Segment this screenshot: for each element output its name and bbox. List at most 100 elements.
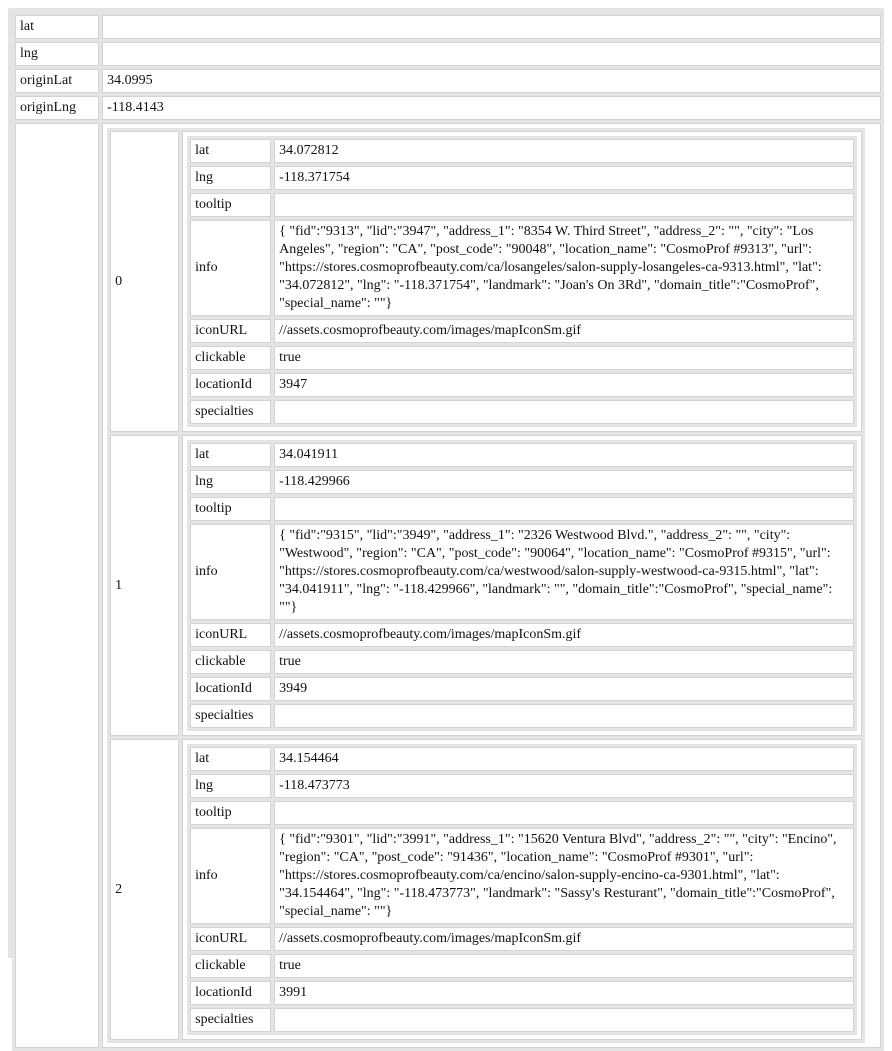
item-row: 0 lat34.072812lng-118.371754tooltip​info… bbox=[110, 131, 863, 432]
item-record-cell: lat34.041911lng-118.429966tooltip​info{ … bbox=[182, 435, 863, 736]
field-value-iconurl: //assets.cosmoprofbeauty.com/images/mapI… bbox=[274, 927, 855, 951]
field-row-info: info{ "fid":"9315", "lid":"3949", "addre… bbox=[190, 524, 855, 620]
field-key: lng bbox=[190, 774, 272, 798]
field-row-tooltip: tooltip​ bbox=[190, 193, 855, 217]
key-cell-empty bbox=[15, 123, 100, 1048]
field-row-iconurl: iconURL//assets.cosmoprofbeauty.com/imag… bbox=[190, 623, 855, 647]
field-row-info: info{ "fid":"9301", "lid":"3991", "addre… bbox=[190, 828, 855, 924]
field-value-lat: 34.154464 bbox=[274, 747, 855, 771]
field-value-lng: -118.473773 bbox=[274, 774, 855, 798]
key-cell: lat bbox=[15, 15, 100, 39]
field-value-clickable: true bbox=[274, 346, 855, 370]
item-record-cell: lat34.072812lng-118.371754tooltip​info{ … bbox=[182, 131, 863, 432]
key-cell: originLng bbox=[15, 96, 100, 120]
field-key: clickable bbox=[190, 346, 272, 370]
field-row-iconurl: iconURL//assets.cosmoprofbeauty.com/imag… bbox=[190, 927, 855, 951]
field-value-iconurl: //assets.cosmoprofbeauty.com/images/mapI… bbox=[274, 623, 855, 647]
field-key: tooltip bbox=[190, 801, 272, 825]
key-cell: lng bbox=[15, 42, 100, 66]
field-value-specialties: ​ bbox=[274, 704, 855, 728]
field-value-clickable: true bbox=[274, 650, 855, 674]
item-index: 0 bbox=[110, 131, 180, 432]
item-row: 1 lat34.041911lng-118.429966tooltip​info… bbox=[110, 435, 863, 736]
item-record-table: lat34.154464lng-118.473773tooltip​info{ … bbox=[187, 744, 858, 1035]
item-record-table: lat34.041911lng-118.429966tooltip​info{ … bbox=[187, 440, 858, 731]
field-key: locationId bbox=[190, 981, 272, 1005]
field-row-locationid: locationId 3949 bbox=[190, 677, 855, 701]
field-row-lng: lng -118.429966 bbox=[190, 470, 855, 494]
root-row-items: 0 lat34.072812lng-118.371754tooltip​info… bbox=[15, 123, 881, 1048]
field-row-specialties: specialties​ bbox=[190, 400, 855, 424]
item-record-cell: lat34.154464lng-118.473773tooltip​info{ … bbox=[182, 739, 863, 1040]
field-value-lng: -118.371754 bbox=[274, 166, 855, 190]
field-row-specialties: specialties​ bbox=[190, 1008, 855, 1032]
field-key: lat bbox=[190, 139, 272, 163]
root-row-lng: lng ​ bbox=[15, 42, 881, 66]
field-value-locationid: 3949 bbox=[274, 677, 855, 701]
field-row-tooltip: tooltip​ bbox=[190, 497, 855, 521]
field-key: lat bbox=[190, 443, 272, 467]
field-value-locationid: 3947 bbox=[274, 373, 855, 397]
field-row-clickable: clickable true bbox=[190, 650, 855, 674]
field-key: locationId bbox=[190, 677, 272, 701]
field-value-specialties: ​ bbox=[274, 400, 855, 424]
value-cell: ​ bbox=[102, 15, 881, 39]
field-row-lng: lng -118.371754 bbox=[190, 166, 855, 190]
field-key: iconURL bbox=[190, 623, 272, 647]
field-row-lat: lat 34.072812 bbox=[190, 139, 855, 163]
json-viewer: lat ​ lng ​ originLat 34.0995 originLng … bbox=[8, 8, 884, 1051]
field-row-clickable: clickable true bbox=[190, 954, 855, 978]
field-row-lat: lat 34.041911 bbox=[190, 443, 855, 467]
root-row-originLat: originLat 34.0995 bbox=[15, 69, 881, 93]
field-key: info bbox=[190, 828, 272, 924]
field-row-locationid: locationId 3991 bbox=[190, 981, 855, 1005]
field-value-tooltip: ​ bbox=[274, 497, 855, 521]
field-key: lng bbox=[190, 470, 272, 494]
field-key: tooltip bbox=[190, 497, 272, 521]
field-key: clickable bbox=[190, 650, 272, 674]
field-key: lng bbox=[190, 166, 272, 190]
field-row-lng: lng -118.473773 bbox=[190, 774, 855, 798]
field-row-info: info{ "fid":"9313", "lid":"3947", "addre… bbox=[190, 220, 855, 316]
field-value-info: { "fid":"9313", "lid":"3947", "address_1… bbox=[274, 220, 855, 316]
field-value-info: { "fid":"9301", "lid":"3991", "address_1… bbox=[274, 828, 855, 924]
value-cell: -118.4143 bbox=[102, 96, 881, 120]
field-key: locationId bbox=[190, 373, 272, 397]
field-key: iconURL bbox=[190, 927, 272, 951]
items-table: 0 lat34.072812lng-118.371754tooltip​info… bbox=[107, 128, 866, 1043]
root-table: lat ​ lng ​ originLat 34.0995 originLng … bbox=[12, 12, 884, 1051]
field-value-info: { "fid":"9315", "lid":"3949", "address_1… bbox=[274, 524, 855, 620]
item-index: 2 bbox=[110, 739, 180, 1040]
field-key: iconURL bbox=[190, 319, 272, 343]
value-cell: 34.0995 bbox=[102, 69, 881, 93]
field-key: tooltip bbox=[190, 193, 272, 217]
field-value-lat: 34.072812 bbox=[274, 139, 855, 163]
field-key: specialties bbox=[190, 400, 272, 424]
field-value-clickable: true bbox=[274, 954, 855, 978]
field-row-iconurl: iconURL//assets.cosmoprofbeauty.com/imag… bbox=[190, 319, 855, 343]
field-value-tooltip: ​ bbox=[274, 193, 855, 217]
items-container: 0 lat34.072812lng-118.371754tooltip​info… bbox=[102, 123, 881, 1048]
field-value-specialties: ​ bbox=[274, 1008, 855, 1032]
field-row-tooltip: tooltip​ bbox=[190, 801, 855, 825]
field-value-iconurl: //assets.cosmoprofbeauty.com/images/mapI… bbox=[274, 319, 855, 343]
key-cell: originLat bbox=[15, 69, 100, 93]
field-row-specialties: specialties​ bbox=[190, 704, 855, 728]
field-row-lat: lat 34.154464 bbox=[190, 747, 855, 771]
field-value-locationid: 3991 bbox=[274, 981, 855, 1005]
field-key: info bbox=[190, 524, 272, 620]
item-record-table: lat34.072812lng-118.371754tooltip​info{ … bbox=[187, 136, 858, 427]
root-row-originLng: originLng -118.4143 bbox=[15, 96, 881, 120]
field-value-tooltip: ​ bbox=[274, 801, 855, 825]
field-value-lat: 34.041911 bbox=[274, 443, 855, 467]
field-key: specialties bbox=[190, 704, 272, 728]
field-key: info bbox=[190, 220, 272, 316]
root-row-lat: lat ​ bbox=[15, 15, 881, 39]
field-key: specialties bbox=[190, 1008, 272, 1032]
field-value-lng: -118.429966 bbox=[274, 470, 855, 494]
field-key: lat bbox=[190, 747, 272, 771]
field-key: clickable bbox=[190, 954, 272, 978]
value-cell: ​ bbox=[102, 42, 881, 66]
item-index: 1 bbox=[110, 435, 180, 736]
item-row: 2 lat34.154464lng-118.473773tooltip​info… bbox=[110, 739, 863, 1040]
